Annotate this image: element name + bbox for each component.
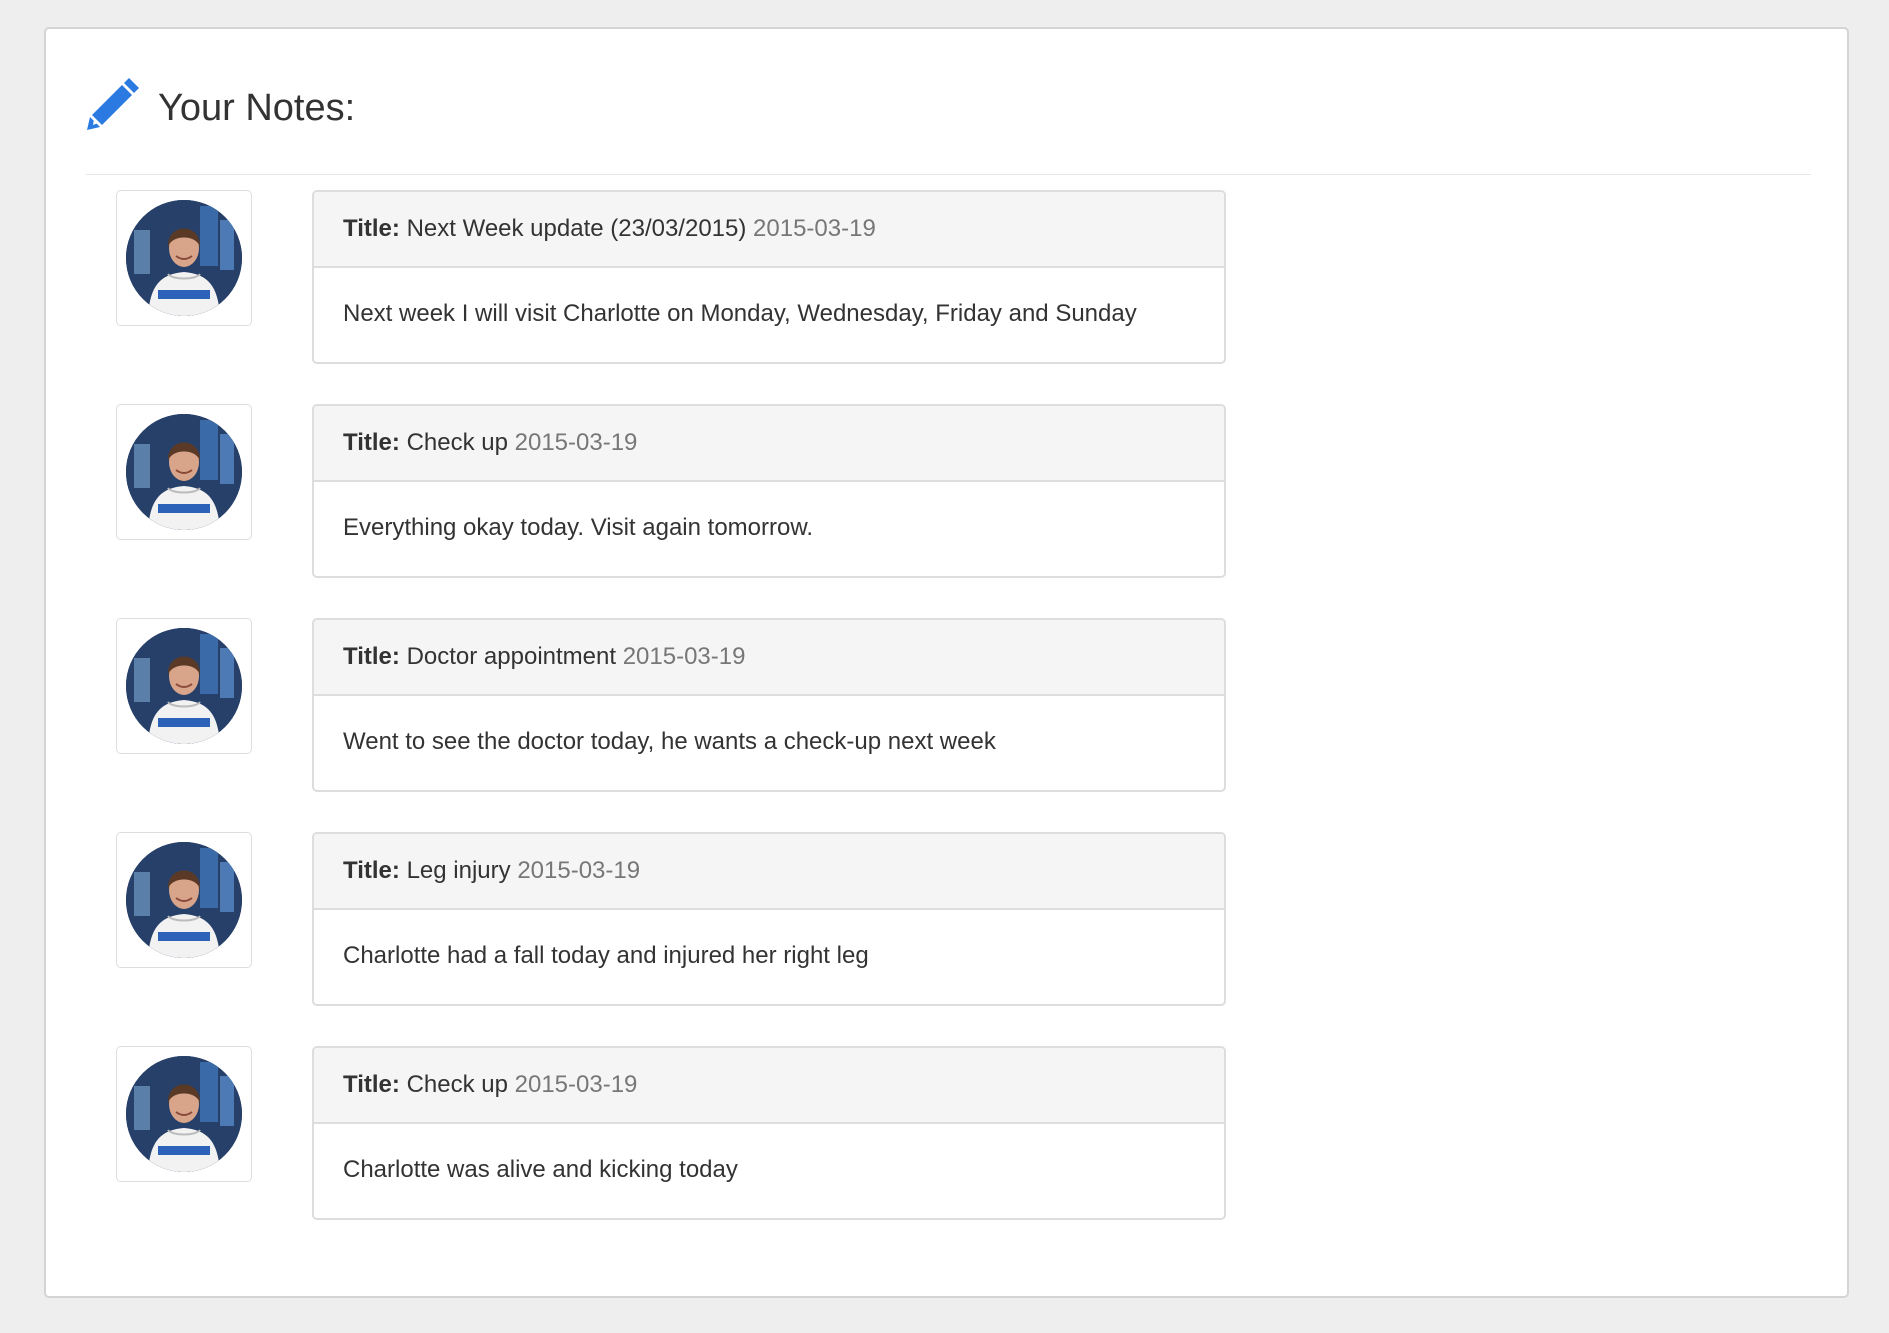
avatar-photo (126, 628, 242, 744)
note-heading: Title: Leg injury 2015-03-19 (314, 834, 1224, 910)
note-date: 2015-03-19 (514, 1071, 638, 1098)
title-label: Title: (343, 429, 400, 456)
note-body: Next week I will visit Charlotte on Mond… (343, 300, 1137, 327)
panel-header: Your Notes: (86, 75, 1811, 175)
avatar (126, 200, 242, 316)
avatar (126, 628, 242, 744)
note-card: Title: Check up 2015-03-19 Charlotte was… (312, 1046, 1226, 1220)
note-card: Title: Next Week update (23/03/2015) 201… (312, 190, 1226, 364)
note-title: Leg injury (406, 857, 511, 884)
avatar-frame (116, 190, 252, 326)
note-card: Title: Check up 2015-03-19 Everything ok… (312, 404, 1226, 578)
note-date: 2015-03-19 (517, 857, 641, 884)
note-item: Title: Next Week update (23/03/2015) 201… (46, 190, 1226, 364)
note-body: Went to see the doctor today, he wants a… (343, 728, 996, 755)
note-card: Title: Doctor appointment 2015-03-19 Wen… (312, 618, 1226, 792)
note-body: Charlotte was alive and kicking today (343, 1156, 738, 1183)
title-label: Title: (343, 857, 400, 884)
avatar (126, 1056, 242, 1172)
avatar-frame (116, 404, 252, 540)
note-item: Title: Leg injury 2015-03-19 Charlotte h… (46, 832, 1226, 1006)
note-heading: Title: Check up 2015-03-19 (314, 1048, 1224, 1124)
avatar-photo (126, 200, 242, 316)
note-body: Charlotte had a fall today and injured h… (343, 942, 869, 969)
note-date: 2015-03-19 (753, 215, 876, 242)
avatar-photo (126, 414, 242, 530)
avatar (126, 842, 242, 958)
panel-title: Your Notes: (158, 87, 356, 129)
avatar-frame (116, 832, 252, 968)
note-title: Next Week update (23/03/2015) (406, 215, 747, 242)
note-heading: Title: Check up 2015-03-19 (314, 406, 1224, 482)
note-item: Title: Doctor appointment 2015-03-19 Wen… (46, 618, 1226, 792)
note-title: Check up (406, 429, 508, 456)
pencil-icon (87, 78, 139, 130)
avatar-frame (116, 618, 252, 754)
avatar-photo (126, 842, 242, 958)
note-heading: Title: Doctor appointment 2015-03-19 (314, 620, 1224, 696)
note-heading: Title: Next Week update (23/03/2015) 201… (314, 192, 1224, 268)
note-item: Title: Check up 2015-03-19 Everything ok… (46, 404, 1226, 578)
note-title: Doctor appointment (406, 643, 617, 670)
avatar-photo (126, 1056, 242, 1172)
note-body: Everything okay today. Visit again tomor… (343, 514, 814, 541)
title-label: Title: (343, 643, 400, 670)
note-date: 2015-03-19 (514, 429, 638, 456)
note-title: Check up (406, 1071, 508, 1098)
avatar (126, 414, 242, 530)
notes-panel: Your Notes: Title: Next Week update (23/… (44, 27, 1849, 1298)
note-card: Title: Leg injury 2015-03-19 Charlotte h… (312, 832, 1226, 1006)
title-label: Title: (343, 215, 400, 242)
avatar-frame (116, 1046, 252, 1182)
note-date: 2015-03-19 (622, 643, 746, 670)
note-item: Title: Check up 2015-03-19 Charlotte was… (46, 1046, 1226, 1220)
title-label: Title: (343, 1071, 400, 1098)
